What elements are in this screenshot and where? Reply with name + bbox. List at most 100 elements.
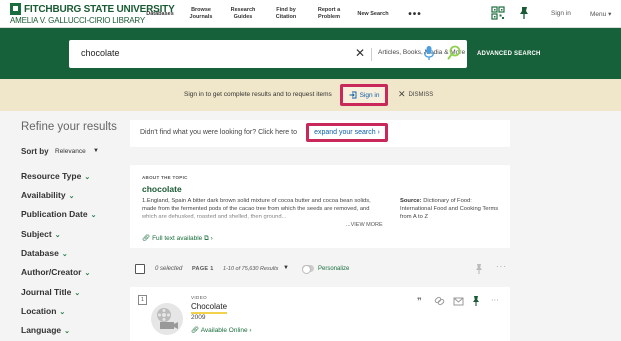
sort-by-select[interactable]: Relevance bbox=[55, 148, 86, 155]
facet-label: Journal Title bbox=[21, 287, 72, 297]
chevron-right-icon: › bbox=[377, 129, 380, 136]
facet-database[interactable]: Database ⌄ bbox=[21, 248, 68, 258]
header-signin-link[interactable]: Sign in bbox=[551, 10, 571, 17]
result-item: 1 VIDEO Chocolate 2009 🔗︎ Available Onli… bbox=[130, 287, 510, 341]
video-thumbnail[interactable] bbox=[151, 303, 183, 335]
close-icon: ✕ bbox=[398, 89, 406, 99]
result-actions: ❞ ··· bbox=[417, 296, 499, 307]
signin-message: Sign in to get complete results and to r… bbox=[184, 91, 332, 98]
chevron-right-icon: › bbox=[249, 327, 252, 334]
facet-journal-title[interactable]: Journal Title ⌄ bbox=[21, 287, 80, 297]
facet-label: Language bbox=[21, 325, 62, 335]
signin-button[interactable]: Sign in bbox=[340, 84, 388, 106]
chevron-down-icon: ⌄ bbox=[84, 270, 91, 277]
facet-label: Author/Creator bbox=[21, 267, 82, 277]
about-topic-heading: ABOUT THE TOPIC bbox=[142, 175, 188, 180]
facet-subject[interactable]: Subject ⌄ bbox=[21, 229, 61, 239]
results-toolbar: 0 selected PAGE 1 1-10 of 75,630 Results… bbox=[130, 262, 510, 278]
email-icon[interactable] bbox=[453, 297, 464, 306]
quote-icon[interactable]: ❞ bbox=[417, 297, 422, 307]
header-menu-button[interactable]: Menu ▾ bbox=[590, 10, 611, 18]
pin-icon[interactable] bbox=[474, 263, 484, 275]
chevron-down-icon: ⌄ bbox=[68, 193, 75, 200]
advanced-search-link[interactable]: ADVANCED SEARCH bbox=[477, 51, 541, 57]
more-actions-icon[interactable]: ··· bbox=[491, 296, 499, 305]
facet-label: Subject bbox=[21, 229, 52, 239]
signin-arrow-icon bbox=[349, 91, 357, 99]
more-options-icon[interactable]: ··· bbox=[496, 262, 507, 271]
personalize-toggle[interactable] bbox=[302, 265, 314, 274]
facet-publication-date[interactable]: Publication Date ⌄ bbox=[21, 209, 96, 219]
facet-resource-type[interactable]: Resource Type ⌄ bbox=[21, 171, 90, 181]
library-logo[interactable]: FITCHBURG STATE UNIVERSITY AMELIA V. GAL… bbox=[0, 0, 175, 28]
chevron-down-icon: ⌄ bbox=[54, 232, 61, 239]
results-count: 1-10 of 75,630 Results bbox=[223, 266, 279, 272]
signin-button-label: Sign in bbox=[359, 91, 380, 99]
nav-research-guides[interactable]: Research Guides bbox=[228, 0, 258, 28]
result-title[interactable]: Chocolate bbox=[191, 302, 228, 314]
facet-label: Publication Date bbox=[21, 209, 88, 219]
result-type: VIDEO bbox=[191, 295, 208, 300]
source-label: Source: bbox=[400, 198, 422, 204]
link-icon: 🔗︎ bbox=[142, 235, 151, 242]
facet-label: Location bbox=[21, 306, 57, 316]
personalize-label[interactable]: Personalize bbox=[318, 266, 349, 272]
topic-source: Source: Dictionary of Food: Internationa… bbox=[400, 197, 504, 221]
permalink-icon[interactable] bbox=[434, 296, 445, 306]
available-online-link[interactable]: 🔗︎ Available Online › bbox=[191, 326, 252, 334]
search-icon[interactable] bbox=[447, 45, 461, 61]
clear-search-icon[interactable]: ✕ bbox=[355, 46, 365, 60]
signin-banner: Sign in to get complete results and to r… bbox=[0, 79, 621, 111]
topic-title[interactable]: chocolate bbox=[142, 184, 182, 194]
nav-browse-journals[interactable]: Browse Journals bbox=[186, 0, 216, 28]
pin-icon[interactable] bbox=[473, 296, 479, 306]
pin-icon[interactable] bbox=[517, 6, 531, 20]
chevron-down-icon: ⌄ bbox=[90, 212, 97, 219]
expand-search-label: expand your search bbox=[314, 129, 376, 136]
availability-label: Available Online bbox=[200, 327, 248, 334]
chevron-down-icon: ⌄ bbox=[64, 328, 71, 335]
dismiss-button[interactable]: ✕ DISMISS bbox=[398, 89, 433, 100]
nav-new-search[interactable]: New Search bbox=[355, 0, 391, 28]
view-more-link[interactable]: ...VIEW MORE bbox=[344, 222, 383, 228]
sort-by-label: Sort by bbox=[21, 147, 49, 156]
facet-label: Availability bbox=[21, 190, 66, 200]
link-icon: 🔗︎ bbox=[191, 327, 200, 334]
search-input[interactable]: chocolate bbox=[81, 48, 120, 58]
qr-code-icon[interactable] bbox=[491, 6, 505, 20]
film-reel-icon bbox=[157, 308, 178, 329]
top-navigation: FITCHBURG STATE UNIVERSITY AMELIA V. GAL… bbox=[0, 0, 621, 28]
logo-library-name: AMELIA V. GALLUCCI-CIRIO LIBRARY bbox=[10, 16, 145, 25]
full-text-label: Full text available bbox=[152, 235, 203, 242]
search-divider bbox=[371, 48, 372, 61]
result-number: 1 bbox=[138, 295, 147, 305]
facet-location[interactable]: Location ⌄ bbox=[21, 306, 65, 316]
refine-results-heading: Refine your results bbox=[21, 121, 117, 133]
nav-report-a-problem[interactable]: Report a Problem bbox=[313, 0, 345, 28]
facet-language[interactable]: Language ⌄ bbox=[21, 325, 70, 335]
expand-search-link[interactable]: expand your search › bbox=[306, 123, 388, 142]
full-text-link[interactable]: 🔗︎ Full text available ⧉ › bbox=[142, 234, 213, 243]
dismiss-label: DISMISS bbox=[408, 92, 434, 98]
facet-author-creator[interactable]: Author/Creator ⌄ bbox=[21, 267, 90, 277]
nav-find-by-citation[interactable]: Find by Citation bbox=[271, 0, 301, 28]
nav-databases[interactable]: Databases bbox=[145, 0, 175, 28]
page-indicator: PAGE 1 bbox=[192, 266, 214, 272]
chevron-down-icon: ⌄ bbox=[59, 309, 66, 316]
hint-text: Didn't find what you were looking for? C… bbox=[140, 129, 297, 136]
search-box: chocolate ✕ Articles, Books, Media & Mor… bbox=[69, 40, 481, 68]
svg-text:❞: ❞ bbox=[417, 297, 422, 307]
nav-more-button[interactable]: ••• bbox=[404, 0, 426, 28]
facet-label: Database bbox=[21, 248, 59, 258]
svg-text:···: ··· bbox=[491, 296, 499, 305]
external-link-icon: ⧉ › bbox=[204, 235, 213, 242]
about-topic-card: ABOUT THE TOPIC chocolate 1.England, Spa… bbox=[130, 165, 510, 248]
facet-availability[interactable]: Availability ⌄ bbox=[21, 190, 74, 200]
results-caret-icon[interactable]: ▼ bbox=[283, 265, 289, 271]
microphone-icon[interactable] bbox=[423, 45, 435, 61]
sort-caret-icon[interactable]: ▼ bbox=[93, 148, 99, 154]
chevron-down-icon: ⌄ bbox=[74, 290, 81, 297]
select-all-checkbox[interactable] bbox=[135, 264, 145, 274]
chevron-down-icon: ⌄ bbox=[61, 251, 68, 258]
facet-label: Resource Type bbox=[21, 171, 82, 181]
